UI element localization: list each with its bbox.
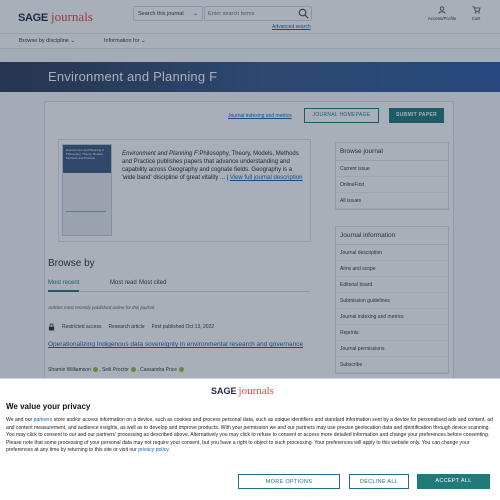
cookie-text-part: Please note that some processing of your… xyxy=(6,439,470,454)
accept-all-button[interactable]: ACCEPT ALL xyxy=(417,474,490,489)
cookie-logo-sage: SAGE xyxy=(211,386,237,396)
modal-backdrop xyxy=(0,0,500,378)
decline-all-button[interactable]: DECLINE ALL xyxy=(349,474,409,489)
privacy-policy-link[interactable]: privacy policy xyxy=(138,447,168,453)
cookie-text-part: store and/or access information on a dev… xyxy=(6,417,493,438)
cookie-text-part: We and our xyxy=(6,417,34,423)
cookie-text: We and our partners store and/or access … xyxy=(6,417,496,455)
cookie-sage-journals-logo: SAGE journals xyxy=(211,385,274,397)
cookie-logo-journals: journals xyxy=(238,385,274,397)
more-options-button[interactable]: MORE OPTIONS xyxy=(238,474,340,489)
cookie-text-part: . xyxy=(168,447,170,453)
partners-link[interactable]: partners xyxy=(34,417,53,423)
cookie-title: We value your privacy xyxy=(6,402,91,411)
